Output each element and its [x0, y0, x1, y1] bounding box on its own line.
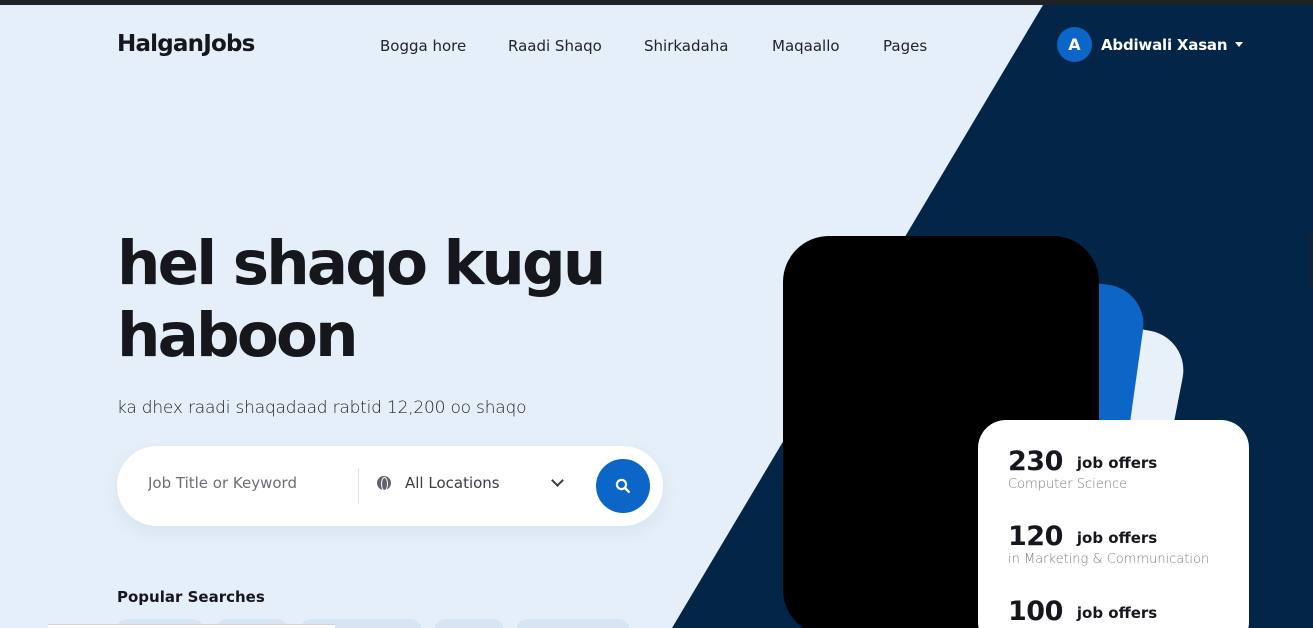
user-menu[interactable]: A Abdiwali Xasan	[1057, 27, 1244, 62]
top-navbar: HalganJobs Bogga hore Raadi Shaqo Shirka…	[0, 5, 1313, 87]
nav-link-articles[interactable]: Maqaallo	[772, 37, 840, 55]
nav-link-home[interactable]: Bogga hore	[380, 37, 466, 55]
stat-category: in Marketing & Communication	[1008, 552, 1210, 567]
user-avatar: A	[1057, 27, 1092, 62]
user-name: Abdiwali Xasan	[1101, 35, 1228, 54]
nav-link-companies[interactable]: Shirkadaha	[644, 37, 728, 55]
window-top-strip	[0, 0, 1313, 5]
hero-subtitle: ka dhex raadi shaqadaad rabtid 12,200 oo…	[117, 398, 527, 418]
stat-count: 230	[1008, 446, 1063, 477]
hero-title-line-1: hel shaqo kugu	[117, 228, 606, 299]
search-button[interactable]	[596, 459, 650, 513]
popular-searches-heading: Popular Searches	[117, 588, 265, 606]
search-icon	[615, 478, 631, 494]
location-select[interactable]: All Locations	[377, 474, 567, 492]
search-divider	[358, 468, 359, 504]
stat-label: job offers	[1076, 454, 1158, 472]
chevron-down-icon	[551, 474, 564, 487]
location-selected-value: All Locations	[405, 474, 500, 492]
stat-count: 100	[1008, 596, 1063, 627]
keyword-input[interactable]	[148, 474, 348, 492]
job-search-bar: All Locations	[117, 446, 663, 526]
globe-icon	[377, 476, 391, 491]
stat-item: 120 job offers in Marketing & Communicati…	[1008, 521, 1209, 567]
popular-tag[interactable]	[435, 619, 503, 628]
popular-tag[interactable]	[517, 619, 629, 628]
hero-title-line-2: haboon	[117, 300, 358, 371]
stat-count: 120	[1008, 521, 1063, 552]
hero-title: hel shaqo kugu haboon	[117, 228, 717, 372]
stat-label: job offers	[1076, 604, 1158, 622]
stat-label: job offers	[1076, 529, 1158, 547]
stat-item: 230 job offers Computer Science	[1008, 446, 1157, 492]
job-stats-card: 230 job offers Computer Science 120 job of…	[978, 420, 1249, 628]
stat-item: 100 job offers	[1008, 596, 1157, 627]
nav-link-find-job[interactable]: Raadi Shaqo	[508, 37, 602, 55]
stat-category: Computer Science	[1008, 477, 1128, 492]
scrollbar-edge[interactable]	[1307, 230, 1313, 290]
caret-down-icon	[1235, 42, 1244, 47]
status-bar-fragment	[48, 624, 335, 628]
nav-link-pages[interactable]: Pages	[883, 37, 927, 55]
site-logo[interactable]: HalganJobs	[117, 31, 255, 57]
